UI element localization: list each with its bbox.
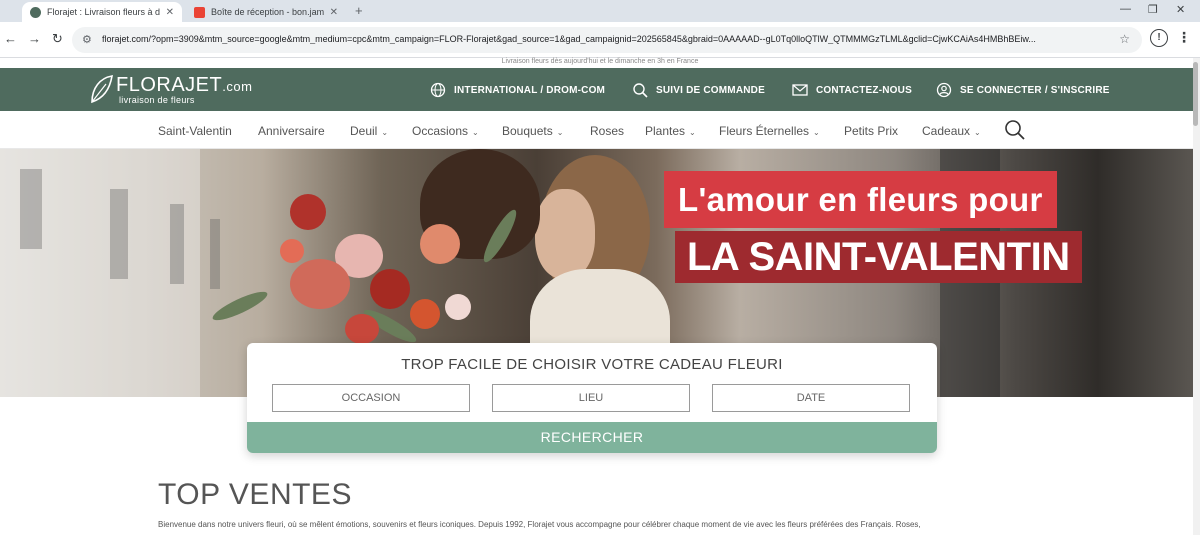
reload-icon[interactable]: ↻ <box>52 31 63 47</box>
address-bar[interactable]: ⚙ florajet.com/?opm=3909&mtm_source=goog… <box>72 27 1142 53</box>
site-info-icon[interactable]: ⚙ <box>82 33 94 46</box>
date-field[interactable]: DATE <box>712 384 910 412</box>
extension-icon[interactable]: ! <box>1150 29 1168 47</box>
florajet-logo[interactable]: FLORAJET.com livraison de fleurs <box>88 74 252 106</box>
menu-item-cadeaux[interactable]: Cadeaux ⌄ <box>922 124 981 138</box>
logo-suffix: .com <box>222 79 253 94</box>
back-icon[interactable]: ← <box>4 31 17 46</box>
scrollbar-thumb[interactable] <box>1193 62 1198 126</box>
user-icon <box>936 82 952 98</box>
chevron-down-icon: ⌄ <box>813 128 820 137</box>
delivery-banner-text: Livraison fleurs dès aujourd'hui et le d… <box>501 58 699 65</box>
occasion-select[interactable]: OCCASION <box>272 384 470 412</box>
close-tab-icon[interactable]: ✕ <box>330 7 338 18</box>
order-tracking-label: SUIVI DE COMMANDE <box>656 84 765 96</box>
international-link[interactable]: INTERNATIONAL / DROM-COM <box>430 82 605 98</box>
browser-tab-gmail[interactable]: Boîte de réception - bon.james ✕ <box>186 2 346 22</box>
contact-link[interactable]: CONTACTEZ-NOUS <box>792 82 912 98</box>
search-button[interactable]: RECHERCHER <box>247 422 937 453</box>
chevron-down-icon: ⌄ <box>974 128 981 137</box>
top-sales-intro: Bienvenue dans notre univers fleuri, où … <box>158 520 921 529</box>
contact-label: CONTACTEZ-NOUS <box>816 84 912 96</box>
logo-tagline: livraison de fleurs <box>119 95 195 105</box>
menu-item-saint-valentin[interactable]: Saint-Valentin <box>158 124 232 138</box>
browser-tab-strip: Florajet : Livraison fleurs à dom ✕ Boît… <box>0 0 1200 22</box>
gift-finder-title: TROP FACILE DE CHOISIR VOTRE CADEAU FLEU… <box>401 356 783 373</box>
browser-tab-florajet[interactable]: Florajet : Livraison fleurs à dom ✕ <box>22 2 182 22</box>
tab-title: Boîte de réception - bon.james <box>211 7 324 17</box>
login-link[interactable]: SE CONNECTER / S'INSCRIRE <box>936 82 1110 98</box>
menu-item-bouquets[interactable]: Bouquets ⌄ <box>502 124 563 138</box>
menu-item-deuil[interactable]: Deuil ⌄ <box>350 124 388 138</box>
tab-title: Florajet : Livraison fleurs à dom <box>47 7 160 17</box>
menu-item-occasions[interactable]: Occasions ⌄ <box>412 124 479 138</box>
minimize-icon[interactable]: — <box>1120 3 1131 15</box>
chevron-down-icon: ⌄ <box>381 128 389 137</box>
top-sales-title: TOP VENTES <box>158 478 352 511</box>
close-window-icon[interactable]: ✕ <box>1176 3 1185 16</box>
international-label: INTERNATIONAL / DROM-COM <box>454 84 606 96</box>
chevron-down-icon: ⌄ <box>689 128 696 137</box>
gift-finder-panel: TROP FACILE DE CHOISIR VOTRE CADEAU FLEU… <box>247 343 937 453</box>
hero-title-line-2: LA SAINT-VALENTIN <box>675 231 1082 283</box>
florajet-favicon-icon <box>30 6 41 18</box>
menu-item-roses[interactable]: Roses <box>590 124 624 138</box>
url-text: florajet.com/?opm=3909&mtm_source=google… <box>102 34 1036 44</box>
page-scrollbar[interactable] <box>1193 58 1200 535</box>
close-tab-icon[interactable]: ✕ <box>166 7 174 18</box>
menu-item-fleurs-eternelles[interactable]: Fleurs Éternelles ⌄ <box>719 124 820 138</box>
tracking-icon <box>633 83 648 98</box>
login-label: SE CONNECTER / S'INSCRIRE <box>960 84 1110 96</box>
mail-icon <box>792 84 808 96</box>
menu-item-petits-prix[interactable]: Petits Prix <box>844 124 898 138</box>
new-tab-button[interactable]: + <box>355 3 363 18</box>
gmail-favicon-icon <box>194 6 205 18</box>
hero-title-line-1: L'amour en fleurs pour <box>664 171 1057 228</box>
chevron-down-icon: ⌄ <box>472 128 479 137</box>
maximize-icon[interactable]: ❐ <box>1148 3 1158 16</box>
main-menu: Saint-Valentin Anniversaire Deuil ⌄ Occas… <box>0 111 1193 149</box>
address-toolbar: ← → ↻ ⚙ florajet.com/?opm=3909&mtm_sourc… <box>0 22 1200 58</box>
menu-item-anniversaire[interactable]: Anniversaire <box>258 124 325 138</box>
bookmark-star-icon[interactable]: ☆ <box>1119 32 1130 46</box>
logo-name: FLORAJET <box>116 74 223 96</box>
menu-item-plantes[interactable]: Plantes ⌄ <box>645 124 696 138</box>
browser-menu-icon[interactable]: ⋮ <box>1175 29 1193 47</box>
order-tracking-link[interactable]: SUIVI DE COMMANDE <box>632 82 765 98</box>
chevron-down-icon: ⌄ <box>556 128 564 137</box>
location-field[interactable]: LIEU <box>492 384 690 412</box>
search-icon[interactable] <box>1004 119 1026 141</box>
site-header: FLORAJET.com livraison de fleurs INTERNA… <box>0 68 1193 111</box>
leaf-logo-icon <box>91 75 113 104</box>
globe-icon <box>430 82 446 98</box>
forward-icon[interactable]: → <box>28 31 41 46</box>
